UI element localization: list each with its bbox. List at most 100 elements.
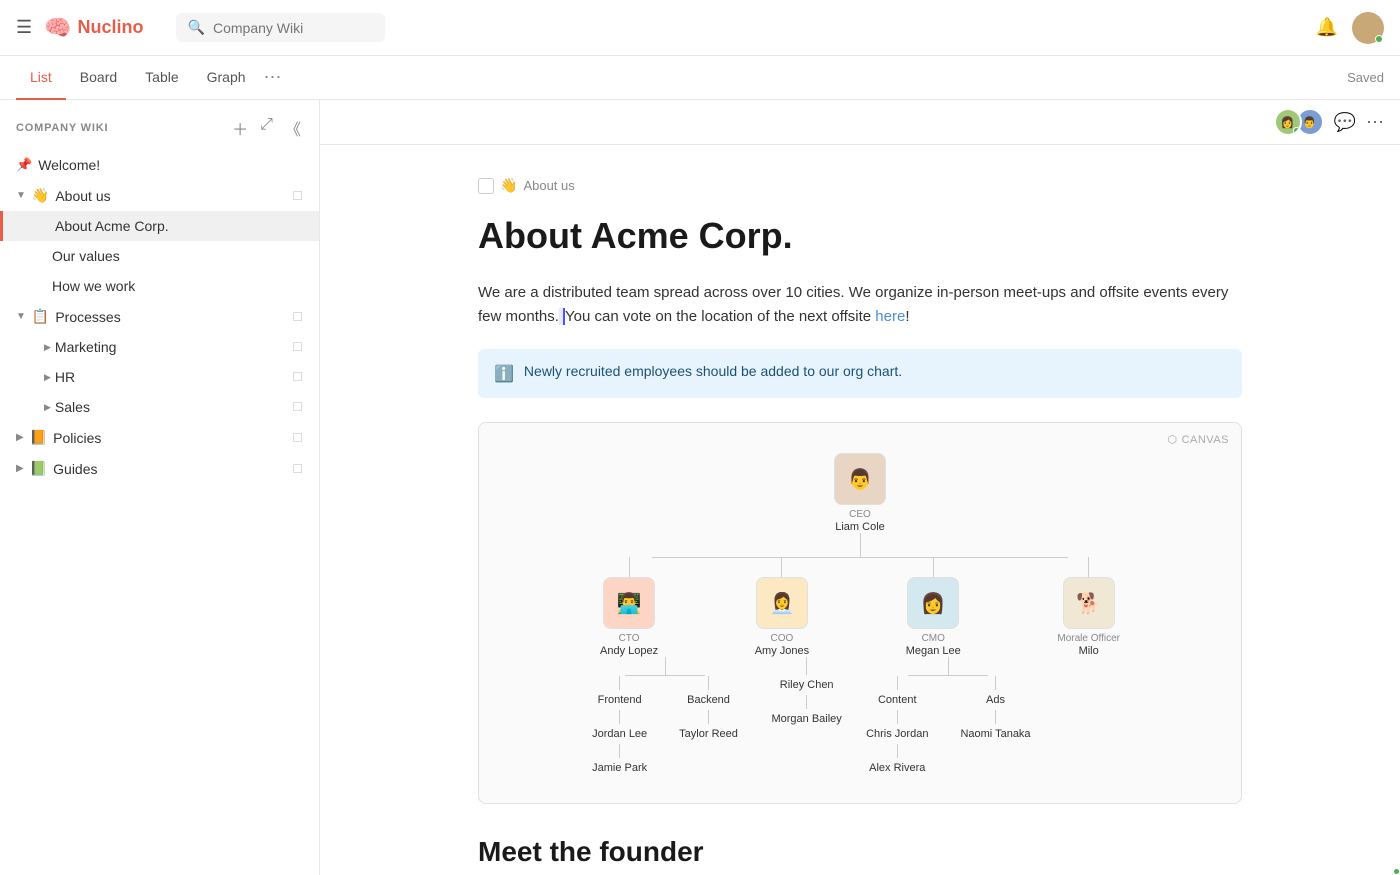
sidebar-item-marketing[interactable]: ▶ Marketing ☐: [0, 332, 319, 362]
v-connector-ceo: [860, 533, 861, 557]
bell-icon[interactable]: 🔔: [1316, 17, 1338, 38]
frontend-node: Frontend Jordan Lee Jamie Park: [584, 676, 655, 778]
cto-children: Frontend Jordan Lee Jamie Park: [600, 657, 730, 778]
check-icon-hr: ☐: [292, 370, 303, 384]
sidebar-item-label-how-we-work: How we work: [52, 278, 303, 294]
naomi-tanaka: Naomi Tanaka: [952, 724, 1038, 744]
breadcrumb-checkbox[interactable]: [478, 178, 494, 194]
taylor-reed: Taylor Reed: [671, 724, 746, 744]
tab-more-icon[interactable]: ⋯: [264, 67, 282, 88]
chevron-right-icon-marketing: ▶: [44, 342, 51, 353]
v-conn-cmo: [933, 557, 934, 577]
sidebar-header: COMPANY WIKI ＋ ⤢ 《: [0, 100, 319, 150]
sidebar-title: COMPANY WIKI: [16, 122, 108, 134]
breadcrumb-emoji: 👋: [500, 177, 517, 194]
h-connector-l2: [652, 557, 1068, 558]
page-body-paragraph: We are a distributed team spread across …: [478, 281, 1242, 329]
user-avatar[interactable]: [1352, 12, 1384, 44]
breadcrumb: 👋 About us: [478, 177, 1242, 194]
logo: 🧠 Nuclino: [44, 15, 143, 41]
sidebar-item-about-acme[interactable]: About Acme Corp.: [0, 211, 319, 241]
hamburger-icon[interactable]: ☰: [16, 17, 32, 38]
milo-name: Milo: [1079, 645, 1099, 657]
comment-icon[interactable]: 💬: [1334, 112, 1356, 133]
l2-section: 👨‍💻 CTO Andy Lopez 👩‍💼 COO Amy Jones: [550, 557, 1170, 778]
cmo-avatar: 👩: [907, 577, 959, 629]
coo-role: COO: [771, 633, 794, 644]
org-node-coo: 👩‍💼 COO Amy Jones: [755, 557, 809, 657]
section-title: Meet the founder: [478, 836, 1242, 868]
check-icon-about-us: ☐: [292, 189, 303, 203]
add-icon[interactable]: ＋: [230, 114, 250, 142]
sidebar-item-sales[interactable]: ▶ Sales ☐: [0, 392, 319, 422]
canvas-label: ⬡ CANVAS: [1167, 433, 1229, 446]
online-indicator: [1375, 35, 1383, 43]
tab-board[interactable]: Board: [66, 56, 131, 100]
search-input[interactable]: [213, 20, 373, 36]
l3-row: Frontend Jordan Lee Jamie Park: [600, 657, 1120, 778]
cmo-children: Content Chris Jordan Alex Rivera: [883, 657, 1013, 778]
expand-icon[interactable]: ⤢: [258, 114, 275, 142]
chevron-right-icon-hr: ▶: [44, 372, 51, 383]
v-conn-cmo-l3: [948, 657, 949, 675]
layout: COMPANY WIKI ＋ ⤢ 《 📌 Welcome! ▼ 👋 About …: [0, 100, 1400, 875]
ceo-name: Liam Cole: [835, 521, 885, 533]
sidebar-group-guides[interactable]: ▶ 📗 Guides ☐: [0, 453, 319, 484]
tab-table[interactable]: Table: [131, 56, 192, 100]
content-inner: 👋 About us About Acme Corp. We are a dis…: [430, 145, 1290, 875]
jordan-lee: Jordan Lee: [584, 724, 655, 744]
wave-icon: 👋: [32, 187, 49, 204]
chevron-right-icon-policies: ▶: [16, 432, 24, 443]
sidebar-group-label-processes: Processes: [55, 309, 286, 325]
sidebar: COMPANY WIKI ＋ ⤢ 《 📌 Welcome! ▼ 👋 About …: [0, 100, 320, 875]
sidebar-group-label-about-us: About us: [55, 188, 286, 204]
check-icon-processes: ☐: [292, 310, 303, 324]
org-chart: 👨 CEO Liam Cole: [499, 453, 1221, 778]
sidebar-group-about-us[interactable]: ▼ 👋 About us ☐: [0, 180, 319, 211]
sidebar-item-hr[interactable]: ▶ HR ☐: [0, 362, 319, 392]
org-node-cto: 👨‍💻 CTO Andy Lopez: [600, 557, 658, 657]
sidebar-item-label-welcome: Welcome!: [38, 157, 303, 173]
ceo-role: CEO: [849, 509, 871, 520]
ads-label: Ads: [978, 690, 1013, 710]
v-conn-cto-l3: [665, 657, 666, 675]
sidebar-item-welcome[interactable]: 📌 Welcome!: [0, 150, 319, 180]
cto-avatar: 👨‍💻: [603, 577, 655, 629]
org-node-milo: 🐕 Morale Officer Milo: [1057, 557, 1120, 657]
search-bar[interactable]: 🔍: [176, 13, 385, 42]
v-conn-milo: [1088, 557, 1089, 577]
chevron-right-icon-guides: ▶: [16, 463, 24, 474]
cmo-name: Megan Lee: [906, 645, 961, 657]
more-options-icon[interactable]: ⋯: [1366, 112, 1384, 133]
sidebar-group-processes[interactable]: ▼ 📋 Processes ☐: [0, 301, 319, 332]
sidebar-item-label-about-acme: About Acme Corp.: [55, 218, 303, 234]
main-content: 👩 👨 💬 ⋯ 👋 About us About Acme Corp.: [320, 100, 1400, 875]
morgan-bailey: Morgan Bailey: [763, 709, 849, 729]
canvas-label-text: CANVAS: [1182, 434, 1229, 446]
content-header: 👩 👨 💬 ⋯: [320, 100, 1400, 145]
sidebar-item-our-values[interactable]: Our values: [0, 241, 319, 271]
sidebar-group-policies[interactable]: ▶ 📙 Policies ☐: [0, 422, 319, 453]
cmo-role: CMO: [922, 633, 945, 644]
check-icon-marketing: ☐: [292, 340, 303, 354]
clipboard-icon: 📋: [32, 308, 49, 325]
tab-graph[interactable]: Graph: [193, 56, 260, 100]
milo-avatar: 🐕: [1063, 577, 1115, 629]
v-conn-coo-l3: [806, 657, 807, 675]
collapse-icon[interactable]: 《: [283, 114, 303, 142]
org-node-cmo: 👩 CMO Megan Lee: [906, 557, 961, 657]
backend-node: Backend Taylor Reed: [671, 676, 746, 778]
canvas-content: 👨 CEO Liam Cole: [479, 423, 1241, 803]
cmo-l3-nodes: Content Chris Jordan Alex Rivera: [858, 676, 1038, 778]
sidebar-item-label-marketing: Marketing: [55, 339, 288, 355]
content-node: Content Chris Jordan Alex Rivera: [858, 676, 936, 778]
chevron-down-icon: ▼: [16, 190, 26, 201]
sidebar-item-how-we-work[interactable]: How we work: [0, 271, 319, 301]
here-link[interactable]: here: [875, 308, 905, 325]
cto-l3-nodes: Frontend Jordan Lee Jamie Park: [584, 676, 746, 778]
breadcrumb-item: About us: [523, 178, 574, 193]
tab-list[interactable]: List: [16, 56, 66, 100]
milo-role: Morale Officer: [1057, 633, 1120, 644]
body-text-2: You can vote on the location of the next…: [565, 308, 871, 325]
collab-avatar-1: 👩: [1274, 108, 1302, 136]
